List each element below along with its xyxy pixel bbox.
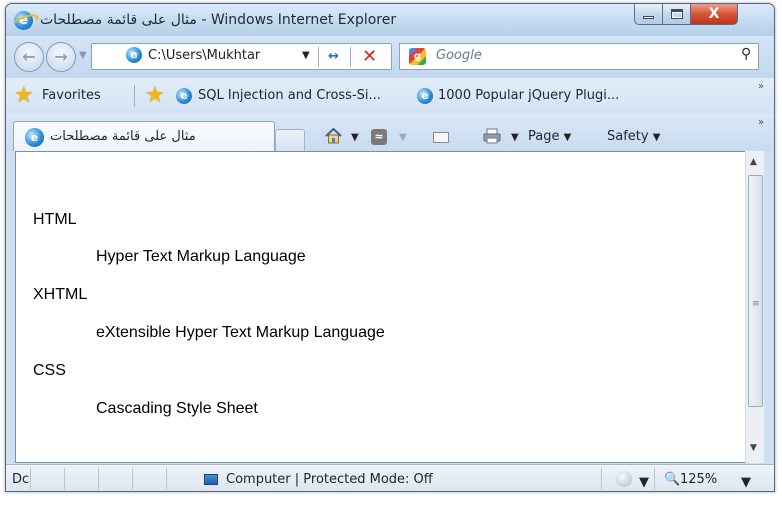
window-title: مثال على قائمة مصطلحات - Windows Interne… [40,12,397,28]
internet-explorer-icon: e [14,11,33,30]
add-favorite-icon[interactable]: ★ [145,83,165,108]
search-icon[interactable]: ⚲ [741,46,751,62]
page-menu-label: Page [528,129,560,144]
status-message: Dc [12,472,30,487]
scroll-down-icon[interactable]: ▼ [750,443,757,453]
maximize-button[interactable] [662,4,691,25]
divider [134,85,135,107]
home-icon[interactable] [325,128,342,144]
security-zone[interactable]: Computer | Protected Mode: Off [226,472,433,487]
forward-arrow-icon: → [54,47,68,66]
tab-title: مثال على قائمة مصطلحات [50,129,196,144]
search-placeholder: Google [436,48,482,63]
status-divider [166,468,167,490]
status-divider [654,468,655,490]
chevron-down-icon: ▼ [652,132,661,143]
favorites-overflow-icon[interactable]: » [758,81,764,92]
favorite-link-sql[interactable]: SQL Injection and Cross-Si... [198,88,381,103]
page-icon: e [176,88,192,104]
print-icon[interactable] [483,128,501,144]
status-bar: Dc Computer | Protected Mode: Off ▼ 🔍 12… [6,464,774,491]
page-icon: e [417,88,433,104]
feeds-icon[interactable]: ≈ [371,129,387,145]
zoom-dropdown-icon[interactable]: ▼ [741,475,751,490]
command-overflow-icon[interactable]: » [758,117,764,128]
browser-window: e مثال على قائمة مصطلحات - Windows Inter… [5,3,775,492]
forward-button[interactable]: → [46,42,76,72]
minimize-icon [643,16,654,19]
scroll-up-icon[interactable]: ▲ [750,157,757,167]
refresh-icon[interactable]: ↔ [328,49,339,64]
close-button[interactable]: X [690,4,738,25]
vertical-scrollbar[interactable]: ▲ ≡ ▼ [745,151,764,463]
address-dropdown-icon[interactable]: ▼ [302,50,310,61]
favorite-link-jquery[interactable]: 1000 Popular jQuery Plugi... [438,88,619,103]
zoom-icon[interactable]: 🔍 [664,472,680,487]
page-menu[interactable]: Page ▼ [528,129,571,144]
term-xhtml: XHTML [33,286,88,303]
maximize-icon [670,9,683,19]
minimize-button[interactable] [634,4,663,25]
scroll-thumb[interactable]: ≡ [748,175,763,407]
back-arrow-icon: ← [22,47,36,66]
status-divider [132,468,133,490]
feeds-dropdown-icon[interactable]: ▼ [399,132,407,143]
address-url: C:\Users\Mukhtar [148,48,261,63]
favorites-button[interactable]: Favorites [42,88,101,103]
page-icon: e [25,128,44,147]
status-divider [30,468,31,490]
grip-icon: ≡ [752,299,760,309]
favorites-star-icon[interactable]: ★ [14,83,34,108]
stop-icon[interactable]: ✕ [362,46,377,67]
protected-mode-dropdown-icon[interactable]: ▼ [639,475,649,490]
safety-menu[interactable]: Safety ▼ [607,129,660,144]
term-html: HTML [33,211,77,228]
divider [350,47,351,67]
safety-menu-label: Safety [607,129,649,144]
divider [318,47,319,67]
read-mail-icon[interactable] [433,132,449,143]
google-icon: g [409,48,426,65]
term-css: CSS [33,362,66,379]
address-bar: ← → ▼ e C:\Users\Mukhtar ▼ ↔ ✕ g Google … [6,36,774,78]
close-icon: X [708,6,720,22]
new-tab-button[interactable] [275,129,305,151]
protected-mode-icon[interactable] [616,471,632,487]
favorites-bar: ★ Favorites ★ e SQL Injection and Cross-… [6,78,774,114]
computer-zone-icon [204,474,218,485]
definition-html: Hyper Text Markup Language [96,248,306,265]
status-divider [64,468,65,490]
title-bar: e مثال على قائمة مصطلحات - Windows Inter… [6,4,774,36]
back-button[interactable]: ← [14,42,44,72]
print-dropdown-icon[interactable]: ▼ [511,132,519,143]
definition-xhtml: eXtensible Hyper Text Markup Language [96,324,385,341]
tab-bar: e مثال على قائمة مصطلحات ▼ ≈ ▼ ▼ Page ▼ … [6,114,774,151]
definition-css: Cascading Style Sheet [96,400,258,417]
home-dropdown-icon[interactable]: ▼ [351,132,359,143]
status-divider [601,468,602,490]
page-content: HTML Hyper Text Markup Language XHTML eX… [15,151,762,463]
page-icon: e [126,47,142,63]
status-divider [98,468,99,490]
recent-pages-dropdown[interactable]: ▼ [79,50,87,61]
chevron-down-icon: ▼ [563,132,572,143]
zoom-level[interactable]: 125% [680,472,717,487]
